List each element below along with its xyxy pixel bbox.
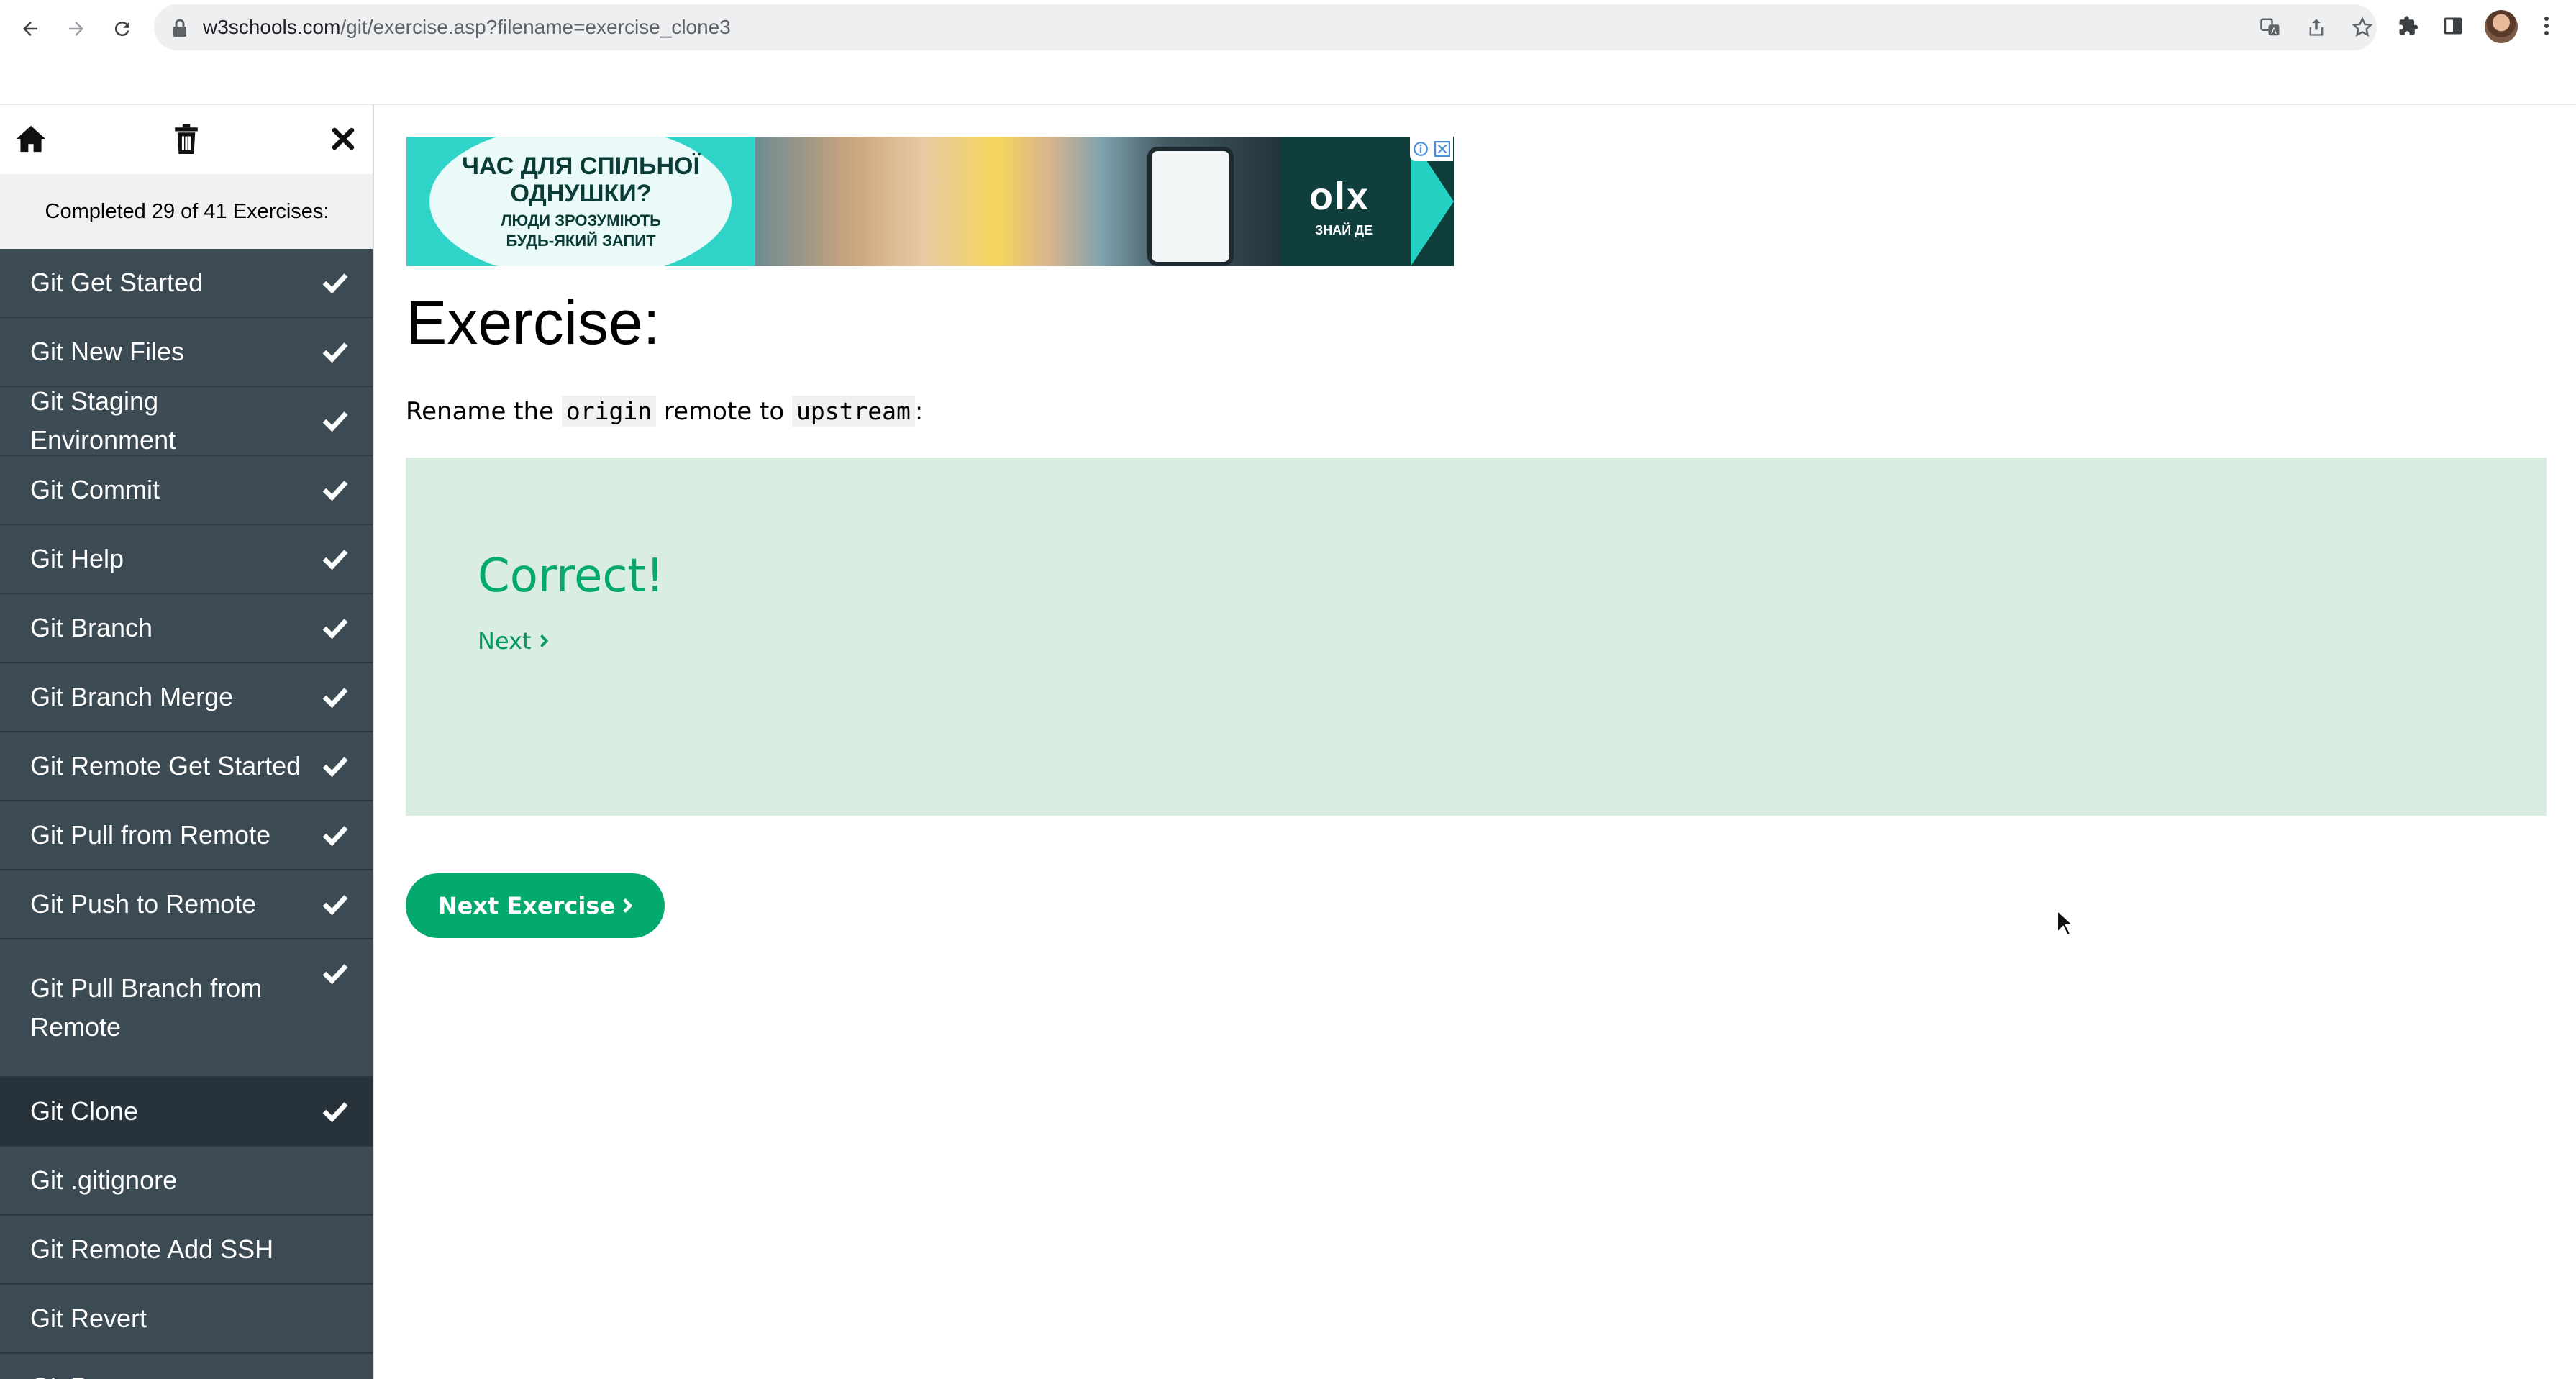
sidebar-item-label: Git Commit <box>30 475 160 504</box>
sidebar-item[interactable]: Git Staging Environment <box>0 386 373 456</box>
address-bar[interactable]: w3schools.com/git/exercise.asp?filename=… <box>154 4 2377 50</box>
sidebar-item-label: Git Reset <box>30 1368 138 1379</box>
page-divider <box>0 104 2576 105</box>
ad-brand-tagline: ЗНАЙ ДЕ <box>1315 223 1373 237</box>
ad-subline-2: БУДЬ-ЯКИЙ ЗАПИТ <box>506 232 656 250</box>
sidebar-item-label: Git Branch <box>30 613 153 642</box>
star-icon[interactable] <box>2349 14 2375 40</box>
sidebar-item[interactable]: Git Pull Branch from Remote <box>0 939 373 1078</box>
exercise-title: Exercise: <box>406 288 660 358</box>
check-icon <box>322 688 348 708</box>
forward-arrow-icon[interactable] <box>59 12 94 46</box>
sidebar-item-label: Git Staging Environment <box>30 386 176 455</box>
sidebar-item[interactable]: Git Remote Get Started <box>0 732 373 801</box>
ad-photo <box>755 137 1280 266</box>
ad-banner[interactable]: ЧАС ДЛЯ СПІЛЬНОЇ ОДНУШКИ? ЛЮДИ ЗРОЗУМІЮТ… <box>406 137 1454 266</box>
check-icon <box>322 895 348 915</box>
chevron-right-icon <box>623 898 633 913</box>
svg-text:A: A <box>2271 27 2277 36</box>
ad-text-panel: ЧАС ДЛЯ СПІЛЬНОЇ ОДНУШКИ? ЛЮДИ ЗРОЗУМІЮТ… <box>406 137 755 266</box>
sidebar-item[interactable]: Git Commit <box>0 456 373 525</box>
chevron-right-icon <box>540 634 548 647</box>
olx-logo: olx <box>1309 175 1370 218</box>
correct-message: Correct! <box>478 550 665 603</box>
sidebar-item-label: Git Clone <box>30 1096 139 1126</box>
next-link[interactable]: Next <box>478 627 549 655</box>
sidebar-item-label: Git Remote Get Started <box>30 751 301 780</box>
home-icon[interactable] <box>13 121 49 157</box>
check-icon <box>322 1102 348 1122</box>
check-icon <box>322 619 348 639</box>
sidebar-item[interactable]: Git Pull from Remote <box>0 801 373 870</box>
check-icon <box>322 964 348 984</box>
sidebar-item[interactable]: Git .gitignore <box>0 1147 373 1216</box>
check-icon <box>322 342 348 363</box>
result-box: Correct! Next <box>406 458 2547 816</box>
share-icon[interactable] <box>2303 14 2329 40</box>
sidebar-item[interactable]: Git Push to Remote <box>0 870 373 939</box>
sidebar-item-label: Git .gitignore <box>30 1165 178 1195</box>
more-vert-icon[interactable] <box>2531 10 2562 42</box>
sidebar-item-label: Git Pull Branch from Remote <box>30 973 263 1042</box>
ad-headline-2: ОДНУШКИ? <box>510 180 652 207</box>
check-icon <box>322 273 348 293</box>
code-upstream: upstream <box>791 396 915 427</box>
exercise-menu: Git Get Started Git New Files Git Staging … <box>0 249 373 1379</box>
sidebar-item[interactable]: Git Clone <box>0 1078 373 1147</box>
sidebar-item-label: Git Pull from Remote <box>30 820 271 850</box>
ad-close-icon[interactable] <box>1434 141 1450 157</box>
next-exercise-label[interactable]: Next Exercise <box>438 892 615 919</box>
close-icon[interactable] <box>325 121 361 157</box>
ad-subline-1: ЛЮДИ ЗРОЗУМІЮТЬ <box>501 211 661 229</box>
sidebar-item[interactable]: Git Remote Add SSH <box>0 1216 373 1285</box>
ad-headline-1: ЧАС ДЛЯ СПІЛЬНОЇ <box>462 153 700 180</box>
reload-icon[interactable] <box>105 12 140 46</box>
sidebar-item-label: Git New Files <box>30 337 185 366</box>
check-icon <box>322 550 348 570</box>
ad-choices[interactable] <box>1410 137 1453 161</box>
sidebar-item-label: Git Push to Remote <box>30 889 257 919</box>
sidebar-item[interactable]: Git Branch <box>0 594 373 663</box>
browser-toolbar: w3schools.com/git/exercise.asp?filename=… <box>0 0 2576 58</box>
ad-phone-image <box>1147 147 1234 266</box>
exercise-instruction: Rename the origin remote to upstream: <box>406 396 924 427</box>
sidebar-item[interactable]: Git Revert <box>0 1285 373 1354</box>
back-arrow-icon[interactable] <box>13 12 47 46</box>
profile-avatar[interactable] <box>2485 10 2518 43</box>
sidebar-item[interactable]: Git Branch Merge <box>0 663 373 732</box>
url-text[interactable]: w3schools.com/git/exercise.asp?filename=… <box>203 4 731 50</box>
check-icon <box>322 411 348 432</box>
exercise-progress-text: Completed 29 of 41 Exercises: <box>0 174 373 249</box>
puzzle-icon[interactable] <box>2393 10 2424 42</box>
sidebar-item[interactable]: Git New Files <box>0 318 373 387</box>
lock-icon[interactable] <box>171 19 188 37</box>
check-icon <box>322 757 348 777</box>
check-icon <box>322 481 348 501</box>
sidebar-item-label: Git Revert <box>30 1303 147 1333</box>
sidebar-item-label: Git Get Started <box>30 268 204 297</box>
sidebar-item-label: Git Remote Add SSH <box>30 1234 274 1264</box>
sidebar-item[interactable]: Git Help <box>0 525 373 594</box>
sidebar-item[interactable]: Git Reset <box>0 1354 373 1379</box>
ad-info-icon[interactable] <box>1413 141 1429 157</box>
translate-icon[interactable]: A <box>2257 14 2283 40</box>
sidebar-item-label: Git Help <box>30 544 124 573</box>
check-icon <box>322 826 348 846</box>
mouse-cursor-icon <box>2057 909 2075 937</box>
sidebar-toolbar <box>0 105 373 174</box>
next-link-label[interactable]: Next <box>478 627 532 655</box>
next-exercise-button[interactable]: Next Exercise <box>406 873 665 938</box>
side-panel-icon[interactable] <box>2437 10 2469 42</box>
exercise-sidebar: Completed 29 of 41 Exercises: Git Get St… <box>0 105 374 1379</box>
trash-icon[interactable] <box>168 121 204 157</box>
sidebar-item-label: Git Branch Merge <box>30 682 234 711</box>
code-origin: origin <box>561 396 657 427</box>
sidebar-item[interactable]: Git Get Started <box>0 249 373 318</box>
